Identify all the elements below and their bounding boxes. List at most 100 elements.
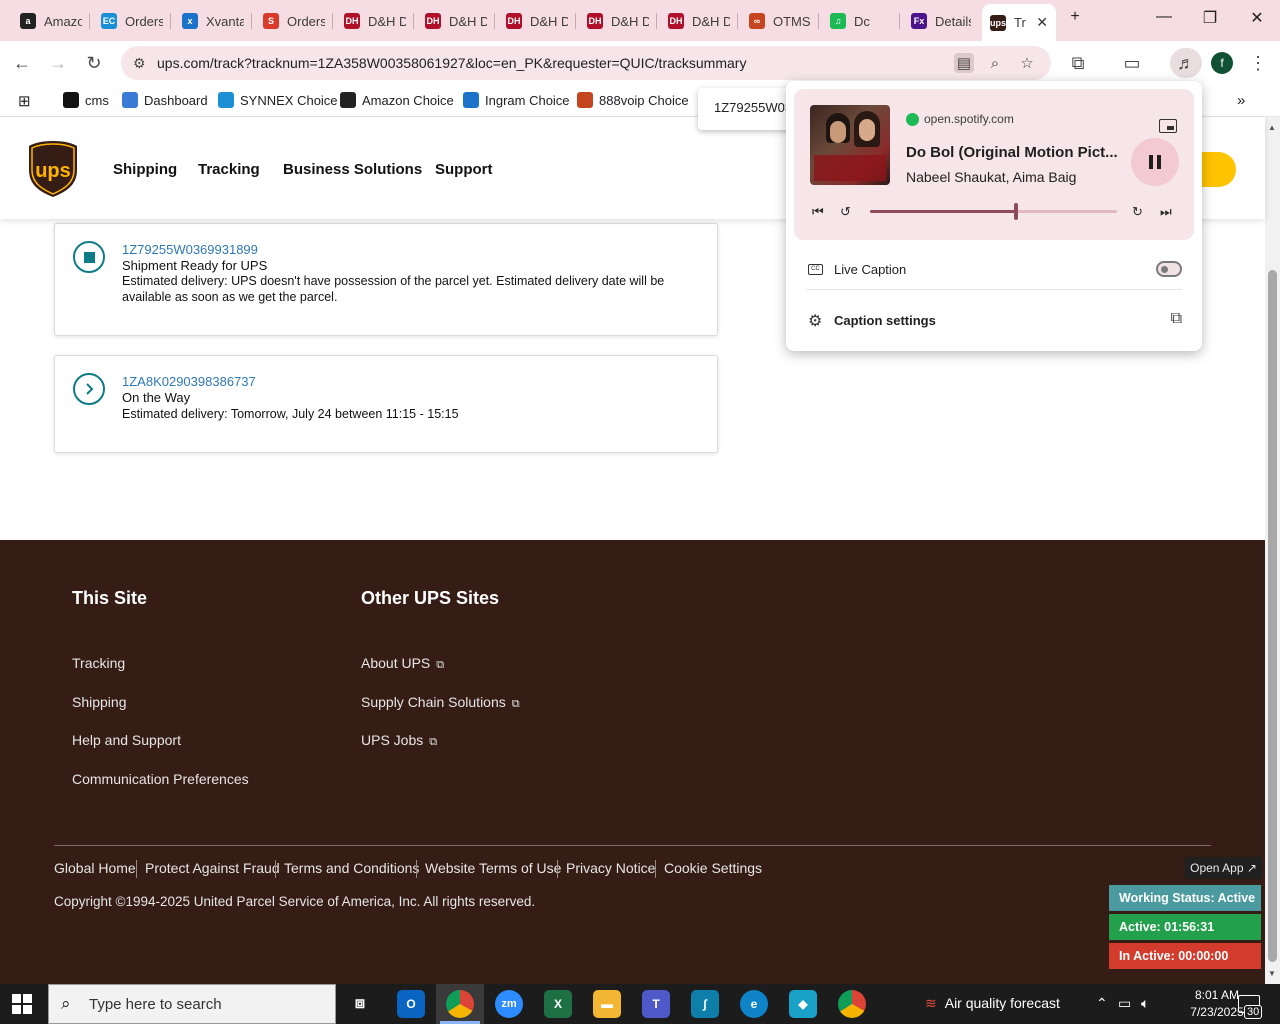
seek-bar-handle[interactable]	[1013, 203, 1018, 220]
shipment-card[interactable]: 1ZA8K0290398386737 On the Way Estimated …	[54, 355, 718, 453]
teams-icon[interactable]: T	[642, 990, 670, 1018]
footer-bottom-link[interactable]: Cookie Settings	[664, 860, 762, 876]
media-controls-icon[interactable]: ♬	[1170, 48, 1202, 78]
browser-tab[interactable]: a Amazo	[12, 6, 90, 36]
bookmark-label: 888voip Choice	[599, 92, 689, 108]
browser-tab[interactable]: DH D&H D	[498, 6, 576, 36]
browser-tab[interactable]: ∞ OTMS	[741, 6, 819, 36]
tracking-number-link[interactable]: 1ZA8K0290398386737	[122, 374, 256, 389]
close-tab-icon[interactable]: ✕	[1030, 14, 1048, 31]
scroll-up-icon[interactable]: ▲	[1268, 123, 1276, 132]
bookmark-star-icon[interactable]: ☆	[1017, 53, 1037, 73]
browser-tab[interactable]: ♫ Dc	[822, 6, 900, 36]
reload-button[interactable]: ↻	[82, 51, 106, 75]
browser-tab[interactable]: DH D&H D	[417, 6, 495, 36]
seek-forward-icon[interactable]: ↻	[1132, 204, 1143, 220]
bookmark-favicon-icon	[63, 92, 79, 108]
nav-support[interactable]: Support	[435, 161, 493, 178]
system-clock[interactable]: 8:01 AM 7/23/2025	[1190, 987, 1244, 1021]
ups-logo[interactable]: ups	[28, 140, 78, 198]
shipment-card[interactable]: 1Z79255W0369931899 Shipment Ready for UP…	[54, 223, 718, 336]
footer-link-communication[interactable]: Communication Preferences	[72, 771, 249, 787]
file-explorer-icon[interactable]: ▬	[593, 990, 621, 1018]
weather-widget[interactable]: ≋ Air quality forecast	[925, 995, 1060, 1012]
bookmark-item[interactable]: cms	[63, 92, 109, 108]
footer-link-about[interactable]: About UPS ⧉	[361, 655, 444, 672]
browser-tab[interactable]: DH D&H D	[579, 6, 657, 36]
app-diamond-icon[interactable]: ◆	[789, 990, 817, 1018]
browser-tab[interactable]: ups Tr ✕	[982, 4, 1056, 41]
air-quality-icon: ≋	[925, 995, 937, 1011]
bookmark-item[interactable]: SYNNEX Choice	[218, 92, 338, 108]
bookmark-item[interactable]: 888voip Choice	[577, 92, 689, 108]
footer-link-jobs[interactable]: UPS Jobs ⧉	[361, 732, 437, 749]
task-view-icon[interactable]: ⧈	[346, 990, 374, 1018]
browser-tab[interactable]: DH D&H D	[660, 6, 738, 36]
media-search-icon[interactable]: ▤	[954, 53, 974, 73]
bookmark-label: SYNNEX Choice	[240, 92, 338, 108]
app-s-icon[interactable]: ∫	[691, 990, 719, 1018]
menu-icon[interactable]: ⋮	[1246, 51, 1270, 75]
bookmark-item[interactable]: Ingram Choice	[463, 92, 570, 108]
bookmark-item[interactable]: Amazon Choice	[340, 92, 454, 108]
tab-search-icon[interactable]: ▭	[1120, 51, 1144, 75]
outlook-icon[interactable]: O	[397, 990, 425, 1018]
page-scrollbar[interactable]: ▲ ▼	[1265, 117, 1280, 984]
tracking-number-link[interactable]: 1Z79255W0369931899	[122, 242, 258, 257]
footer-link-shipping[interactable]: Shipping	[72, 694, 127, 710]
footer-link-tracking[interactable]: Tracking	[72, 655, 125, 671]
profile-avatar[interactable]: f	[1211, 52, 1233, 74]
nav-tracking[interactable]: Tracking	[198, 161, 260, 178]
footer-link-supply-chain[interactable]: Supply Chain Solutions ⧉	[361, 694, 520, 711]
footer-link-help[interactable]: Help and Support	[72, 732, 181, 748]
live-caption-toggle[interactable]	[1156, 261, 1182, 277]
restore-button[interactable]: ❐	[1198, 8, 1222, 28]
browser-tab[interactable]: EC Orders	[93, 6, 171, 36]
copyright: Copyright ©1994-2025 United Parcel Servi…	[54, 894, 536, 909]
network-icon[interactable]: ▭	[1118, 995, 1131, 1012]
nav-shipping[interactable]: Shipping	[113, 161, 177, 178]
footer-bottom-link[interactable]: Privacy Notice	[566, 860, 655, 876]
start-button[interactable]	[12, 994, 32, 1014]
next-track-icon[interactable]: ⏭	[1160, 204, 1172, 220]
footer-bottom-link[interactable]: Global Home	[54, 860, 136, 876]
nav-business-solutions[interactable]: Business Solutions	[283, 161, 422, 178]
edge-icon[interactable]: e	[740, 990, 768, 1018]
close-window-button[interactable]: ✕	[1245, 8, 1269, 28]
excel-icon[interactable]: X	[544, 990, 572, 1018]
bookmark-favicon-icon	[340, 92, 356, 108]
chrome-icon[interactable]	[446, 990, 474, 1018]
seek-bar[interactable]	[870, 203, 1117, 220]
back-button[interactable]: ←	[10, 51, 34, 75]
new-tab-button[interactable]: +	[1063, 8, 1087, 26]
forward-button[interactable]: →	[46, 51, 70, 75]
chrome-profile-icon[interactable]	[838, 990, 866, 1018]
browser-tab[interactable]: DH D&H D	[336, 6, 414, 36]
browser-tab[interactable]: x Xvantag	[174, 6, 252, 36]
site-info-icon[interactable]: ⚙	[133, 55, 146, 72]
browser-tab[interactable]: Fx Details	[903, 6, 979, 36]
show-hidden-icons[interactable]: ⌃	[1096, 995, 1108, 1012]
zoom-icon[interactable]: ⌕	[985, 53, 1005, 73]
scroll-down-icon[interactable]: ▼	[1268, 969, 1276, 978]
taskbar-search[interactable]: ⌕ Type here to search	[48, 984, 336, 1024]
apps-icon[interactable]: ⊞	[18, 92, 31, 110]
more-bookmarks-icon[interactable]: »	[1237, 92, 1245, 109]
extensions-icon[interactable]: ⧉	[1066, 51, 1090, 75]
volume-icon[interactable]: 🔈︎	[1141, 995, 1149, 1012]
open-app-button[interactable]: Open App ↗	[1185, 857, 1262, 879]
seek-back-icon[interactable]: ↺	[840, 204, 851, 220]
browser-tab[interactable]: S Orders	[255, 6, 333, 36]
pause-button[interactable]	[1131, 138, 1179, 186]
footer-bottom-link[interactable]: Protect Against Fraud	[145, 860, 280, 876]
minimize-button[interactable]: —	[1152, 8, 1176, 26]
scroll-thumb[interactable]	[1268, 270, 1277, 962]
footer-bottom-link[interactable]: Terms and Conditions	[284, 860, 419, 876]
previous-track-icon[interactable]: ⏮	[812, 204, 824, 220]
caption-settings-row[interactable]: ⚙ Caption settings ⧉	[808, 310, 1182, 332]
picture-in-picture-icon[interactable]	[1159, 119, 1177, 133]
address-bar[interactable]: ⚙ ups.com/track?tracknum=1ZA358W00358061…	[121, 46, 1051, 80]
bookmark-item[interactable]: Dashboard	[122, 92, 208, 108]
zoom-app-icon[interactable]: zm	[495, 990, 523, 1018]
footer-bottom-link[interactable]: Website Terms of Use	[425, 860, 561, 876]
